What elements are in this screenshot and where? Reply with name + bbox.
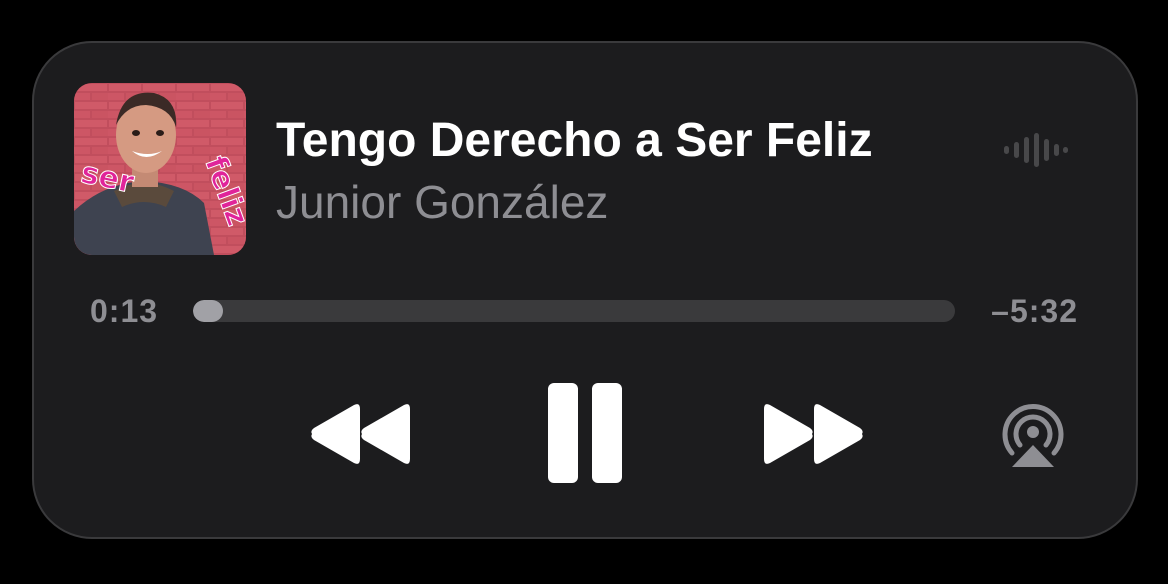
song-title: Tengo Derecho a Ser Feliz bbox=[276, 114, 873, 167]
progress-scrubber[interactable] bbox=[193, 300, 955, 322]
pause-button[interactable] bbox=[546, 383, 626, 487]
pause-icon bbox=[548, 383, 622, 483]
now-playing-widget: ser feliz Tengo Derecho a Ser Feliz Juni… bbox=[32, 41, 1138, 539]
fast-forward-icon bbox=[764, 404, 863, 464]
fast-forward-button[interactable] bbox=[758, 401, 868, 467]
album-artwork[interactable]: ser feliz bbox=[74, 83, 246, 255]
artist-name: Junior González bbox=[276, 176, 609, 228]
waveform-icon bbox=[1004, 133, 1068, 167]
remaining-time: –5:32 bbox=[991, 293, 1078, 329]
rewind-button[interactable] bbox=[306, 401, 416, 467]
album-artwork-image: ser feliz bbox=[74, 83, 246, 255]
rewind-icon bbox=[311, 404, 410, 464]
airplay-button[interactable] bbox=[998, 401, 1068, 471]
airplay-icon bbox=[1002, 403, 1064, 467]
elapsed-time: 0:13 bbox=[90, 293, 159, 329]
progress-fill bbox=[193, 300, 223, 322]
